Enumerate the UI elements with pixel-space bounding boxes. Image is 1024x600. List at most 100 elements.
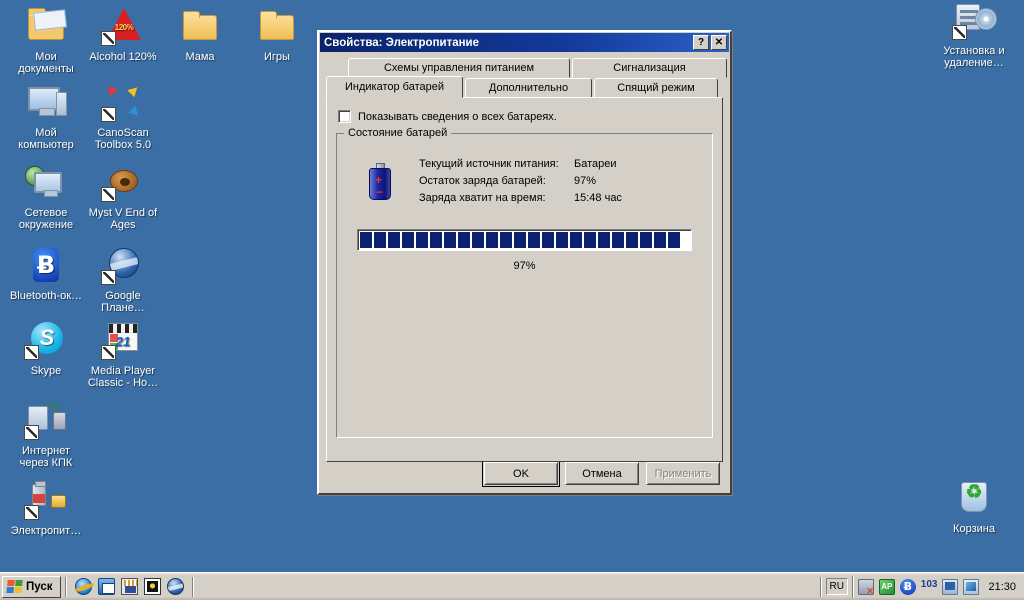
desktop-icon-add-remove-programs[interactable]: Установка и удаление… — [936, 0, 1012, 69]
tab-label: Индикатор батарей — [344, 81, 445, 93]
gauge-segment — [570, 232, 582, 248]
gauge-segment — [500, 232, 512, 248]
dialog-titlebar[interactable]: Свойства: Электропитание ? ✕ — [320, 33, 729, 52]
quick-launch-bar[interactable] — [71, 578, 188, 595]
alcohol-120-icon: 120% — [99, 6, 147, 48]
start-button[interactable]: Пуск — [2, 575, 61, 598]
tab-advanced[interactable]: Дополнительно — [465, 78, 592, 98]
power-options-dialog[interactable]: Свойства: Электропитание ? ✕ Схемы управ… — [317, 30, 732, 495]
tab-alarms[interactable]: Сигнализация — [572, 58, 727, 78]
bat-program-icon[interactable] — [143, 578, 161, 595]
battery-charge-gauge — [357, 229, 692, 251]
desktop-icon-media-player-classic[interactable]: 21 Media Player Classic - Ho… — [85, 320, 161, 389]
counter-indicator[interactable]: 103 — [921, 579, 938, 595]
tab-row-lower: Индикатор батарей Дополнительно Спящий р… — [326, 76, 723, 98]
tab-hibernate[interactable]: Спящий режим — [594, 78, 718, 98]
table-row: Текущий источник питания: Батареи — [419, 156, 622, 173]
gauge-segment — [458, 232, 470, 248]
charge-remaining-label: Остаток заряда батарей: — [419, 175, 546, 187]
gauge-segment — [374, 232, 386, 248]
help-button[interactable]: ? — [693, 35, 709, 50]
tab-battery-indicator[interactable]: Индикатор батарей — [326, 76, 463, 98]
my-computer-icon — [22, 82, 70, 124]
desktop-icon-skype[interactable]: S Skype — [8, 320, 84, 377]
desktop-icon-label: Установка и удаление… — [943, 45, 1005, 69]
desktop-icon-label: Myst V End of Ages — [88, 207, 158, 231]
google-earth-icon[interactable] — [166, 578, 184, 595]
bluetooth-tray-icon[interactable]: Ƀ — [899, 578, 916, 595]
desktop-icon-google-earth[interactable]: Google Плане… — [85, 245, 161, 314]
desktop-icon-label: Корзина — [953, 523, 995, 535]
access-point-icon[interactable]: AP — [878, 578, 895, 595]
save-disk-icon[interactable] — [120, 578, 138, 595]
tab-label: Схемы управления питанием — [383, 62, 535, 74]
desktop-icon-canoscan-toolbox[interactable]: CanoScan Toolbox 5.0 — [85, 82, 161, 151]
button-label: OK — [513, 467, 529, 480]
time-remaining-label: Заряда хватит на время: — [419, 192, 546, 204]
language-indicator[interactable]: RU — [825, 578, 848, 595]
cancel-button[interactable]: Отмена — [565, 462, 639, 485]
desktop-icon-alcohol-120[interactable]: 120% Alcohol 120% — [85, 6, 161, 63]
gauge-segment — [416, 232, 428, 248]
desktop[interactable]: Мои документы 120% Alcohol 120% Мама Игр… — [0, 0, 1024, 600]
battery-status-group: Состояние батарей + − Текущий источник пи… — [336, 127, 713, 438]
desktop-icon-my-computer[interactable]: Мой компьютер — [8, 82, 84, 151]
desktop-icon-label: Мой компьютер — [18, 127, 74, 151]
desktop-icon-mama[interactable]: Мама — [162, 6, 238, 63]
desktop-icon-recycle-bin[interactable]: Корзина — [936, 478, 1012, 535]
table-row: Заряда хватит на время: 15:48 час — [419, 190, 622, 207]
show-all-batteries-checkbox[interactable] — [338, 110, 351, 123]
taskbar-divider — [191, 576, 194, 597]
internet-via-pda-icon — [22, 400, 70, 442]
skype-icon: S — [22, 320, 70, 362]
recycle-bin-icon — [950, 478, 998, 520]
taskbar[interactable]: Пуск RU AP Ƀ 103 21:30 — [0, 572, 1024, 600]
monitor-tray-icon[interactable] — [942, 578, 959, 595]
gauge-segment — [430, 232, 442, 248]
gauge-segment — [388, 232, 400, 248]
display-tray-icon[interactable] — [963, 578, 980, 595]
gauge-segment — [444, 232, 456, 248]
tab-power-schemes[interactable]: Схемы управления питанием — [348, 58, 570, 78]
desktop-icon-label: Сетевое окружение — [18, 207, 74, 231]
my-documents-icon — [22, 6, 70, 48]
taskbar-divider — [819, 576, 822, 597]
time-remaining-value: 15:48 час — [574, 192, 622, 204]
system-tray[interactable]: AP Ƀ 103 21:30 — [851, 575, 1022, 598]
gauge-segment — [598, 232, 610, 248]
dialog-title: Свойства: Электропитание — [324, 36, 480, 49]
show-all-batteries-checkbox-row[interactable]: Показывать сведения о всех батареях. — [338, 110, 713, 123]
button-label: Отмена — [582, 467, 622, 480]
start-button-label: Пуск — [26, 580, 53, 593]
button-label: Применить — [654, 467, 712, 480]
desktop-icon-network-places[interactable]: Сетевое окружение — [8, 162, 84, 231]
desktop-icon-label: Интернет через КПК — [19, 445, 73, 469]
taskbar-clock[interactable]: 21:30 — [988, 581, 1016, 593]
desktop-icon-my-documents[interactable]: Мои документы — [8, 6, 84, 75]
desktop-icon-label: Электропит… — [10, 525, 82, 537]
power-source-value: Батареи — [574, 158, 617, 170]
outlook-express-icon[interactable] — [97, 578, 115, 595]
myst-v-icon — [99, 162, 147, 204]
desktop-icon-internet-via-pda[interactable]: Интернет через КПК — [8, 400, 84, 469]
media-player-classic-icon: 21 — [99, 320, 147, 362]
show-all-batteries-label: Показывать сведения о всех батареях. — [358, 110, 557, 123]
desktop-icon-games[interactable]: Игры — [239, 6, 315, 63]
battery-status-table: Текущий источник питания: Батареи Остато… — [419, 156, 622, 207]
network-disconnected-icon[interactable] — [857, 578, 874, 597]
battery-status-group-title: Состояние батарей — [344, 127, 452, 139]
internet-explorer-icon[interactable] — [74, 578, 92, 595]
canoscan-icon — [99, 82, 147, 124]
desktop-icon-label: Игры — [264, 51, 290, 63]
ok-button[interactable]: OK — [482, 460, 560, 487]
tab-label: Дополнительно — [488, 82, 569, 94]
desktop-icon-label: Media Player Classic - Ho… — [87, 365, 159, 389]
desktop-icon-label: Alcohol 120% — [89, 51, 157, 63]
desktop-icon-bluetooth[interactable]: Ƀ Bluetooth-ок… — [8, 245, 84, 302]
gauge-segment — [584, 232, 596, 248]
desktop-icon-myst-v[interactable]: Myst V End of Ages — [85, 162, 161, 231]
power-source-label: Текущий источник питания: — [419, 158, 559, 170]
desktop-icon-power-options[interactable]: Электропит… — [8, 480, 84, 537]
close-icon[interactable]: ✕ — [711, 35, 727, 50]
add-remove-programs-icon — [950, 0, 998, 42]
